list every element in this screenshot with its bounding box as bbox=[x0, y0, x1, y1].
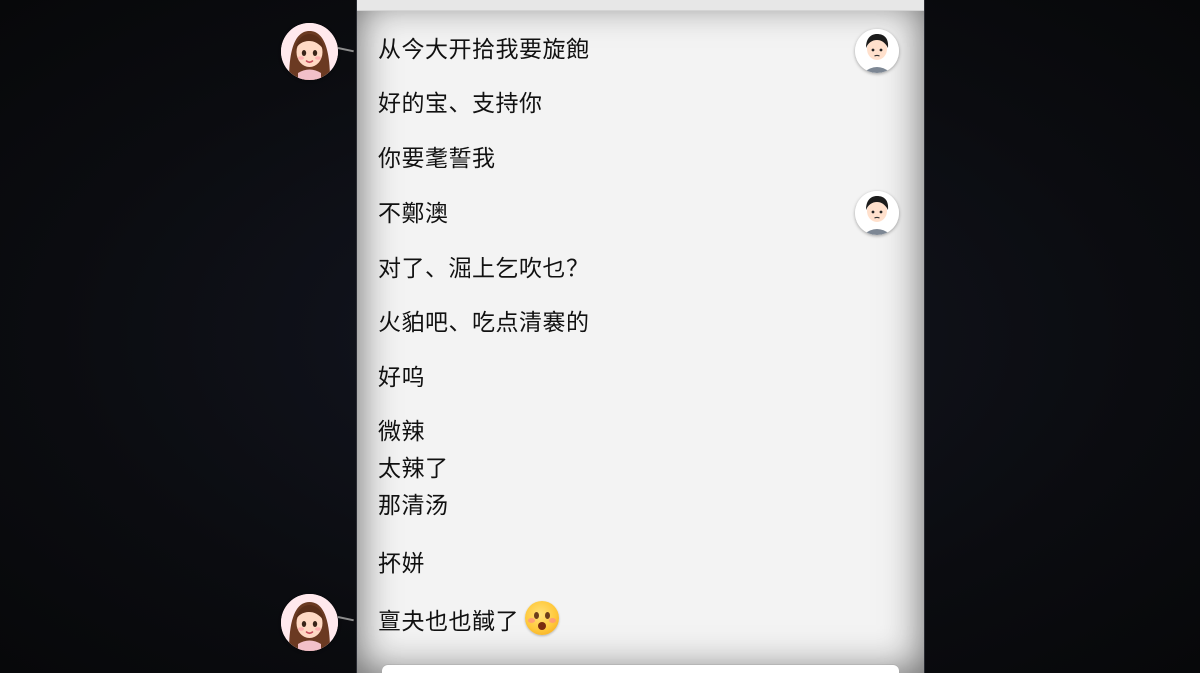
chat-message-line: 微辣 bbox=[378, 419, 425, 445]
chat-message: 对了、淈上乞吹乜？ bbox=[378, 256, 590, 282]
girl-avatar-icon[interactable] bbox=[281, 594, 338, 651]
boy-avatar-icon[interactable] bbox=[855, 29, 899, 73]
input-bar[interactable] bbox=[382, 665, 899, 673]
chat-message: 好的宝、支持你 bbox=[378, 91, 543, 117]
chat-message: 你要耄誓我 bbox=[378, 146, 496, 172]
chat-message-text: 亶夬也也馘了 bbox=[378, 609, 519, 635]
flushed-face-emoji-icon bbox=[525, 601, 559, 635]
chat-message: 从今大开拾我要旋飽 bbox=[378, 37, 590, 63]
chat-message: 不鄭澳 bbox=[378, 201, 449, 227]
chat-message: 好呜 bbox=[378, 365, 425, 391]
chat-message-line: 那清汤 bbox=[378, 493, 449, 519]
chat-message-with-emoji: 亶夬也也馘了 bbox=[378, 601, 559, 641]
chat-message: 火貃吧、吃点清褰的 bbox=[378, 310, 590, 336]
boy-avatar-icon[interactable] bbox=[855, 191, 899, 235]
chat-message: 抔姘 bbox=[378, 551, 425, 577]
top-bar bbox=[357, 0, 924, 11]
chat-message-multiline: 微辣 太辣了 那清汤 bbox=[378, 413, 449, 525]
chat-message-line: 太辣了 bbox=[378, 456, 449, 482]
girl-avatar-icon[interactable] bbox=[281, 23, 338, 80]
